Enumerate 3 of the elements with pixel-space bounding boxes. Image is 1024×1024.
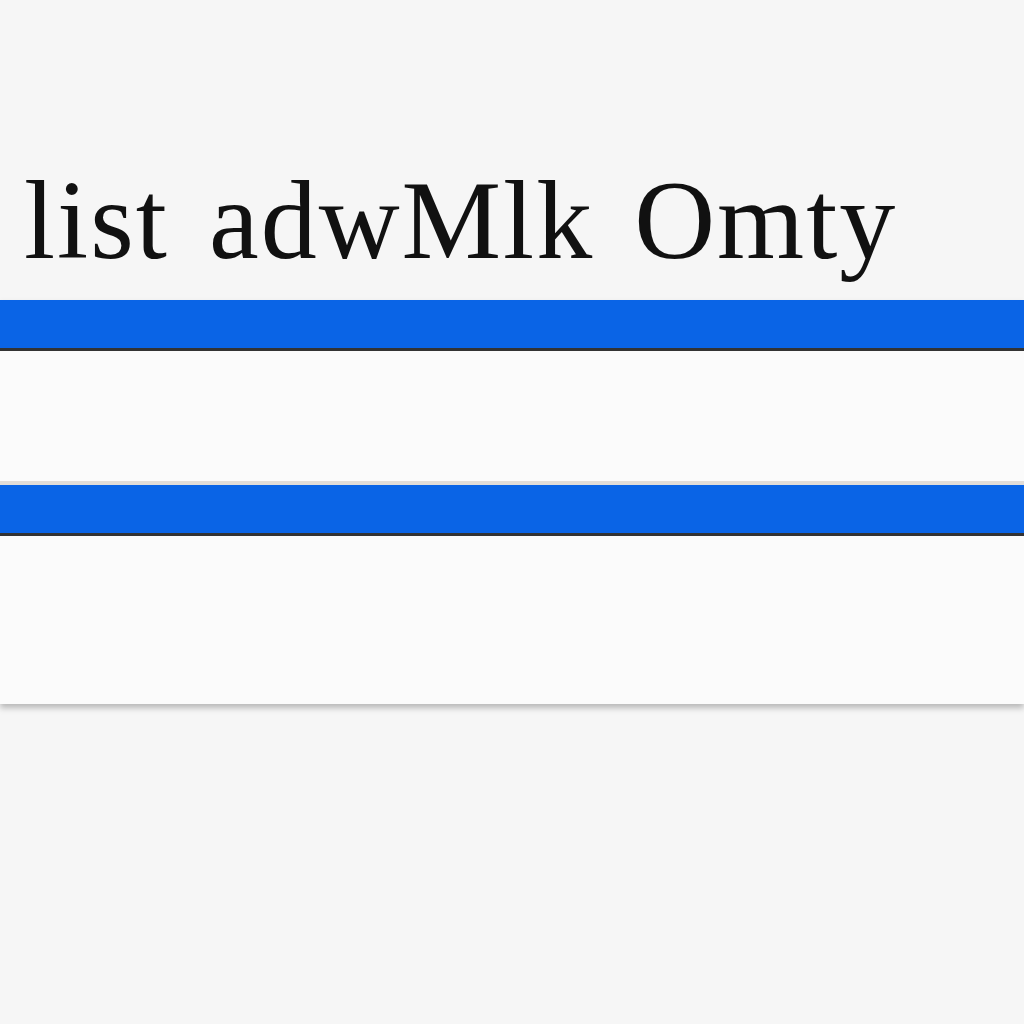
input-field[interactable] [0, 536, 1024, 704]
input-field[interactable] [0, 351, 1024, 485]
heading: list adwMlk Omty [23, 157, 899, 284]
